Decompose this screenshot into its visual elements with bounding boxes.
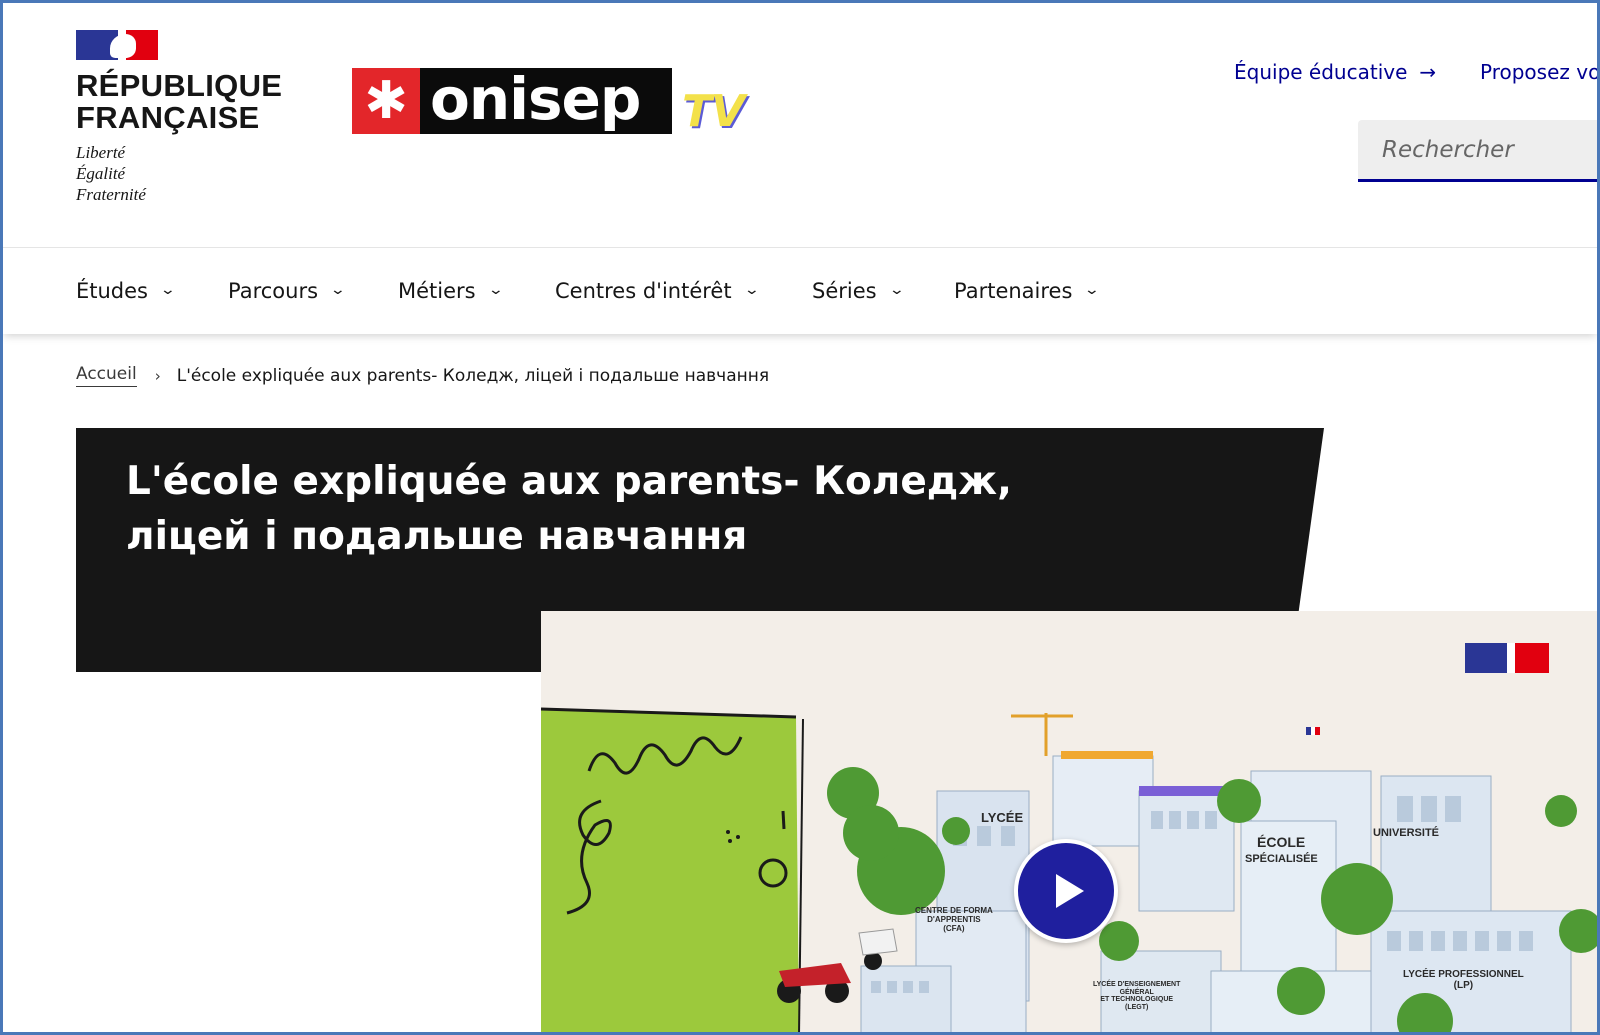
site-header: RÉPUBLIQUE FRANÇAISE Liberté Égalité Fra…	[0, 0, 1600, 248]
proposez-link[interactable]: Proposez vo	[1480, 60, 1600, 84]
rf-title: RÉPUBLIQUE FRANÇAISE	[76, 70, 282, 134]
motto-egalite: Égalité	[76, 164, 126, 183]
chevron-down-icon: ⌄	[1084, 282, 1101, 298]
marianne-flag-icon	[1465, 643, 1549, 673]
equipe-educative-label: Équipe éducative	[1234, 60, 1408, 84]
logo-tv: TV	[682, 86, 745, 137]
label-ecole: ÉCOLE	[1257, 834, 1306, 850]
breadcrumb-separator-icon: ›	[154, 366, 161, 385]
equipe-educative-link[interactable]: Équipe éducative →	[1234, 60, 1436, 84]
nav-item-metiers[interactable]: Métiers ⌄	[398, 248, 504, 334]
chevron-down-icon: ⌄	[888, 282, 905, 298]
motto-liberte: Liberté	[76, 143, 126, 162]
onisep-star-icon: ✱	[352, 68, 420, 134]
nav-label: Séries	[812, 279, 877, 303]
marianne-flag-icon	[76, 30, 158, 60]
chevron-down-icon: ⌄	[743, 282, 760, 298]
proposez-label: Proposez vo	[1480, 60, 1600, 84]
nav-label: Métiers	[398, 279, 476, 303]
search-input[interactable]	[1358, 120, 1600, 179]
play-icon	[1056, 874, 1084, 908]
logo-wordmark: onisep	[420, 68, 672, 134]
nav-label: Parcours	[228, 279, 319, 303]
main-navigation: Études ⌄ Parcours ⌄ Métiers ⌄ Centres d'int…	[0, 248, 1600, 334]
label-cfa: CENTRE DE FORMA D'APPRENTIS (CFA)	[915, 906, 993, 933]
chevron-down-icon: ⌄	[329, 282, 347, 298]
label-lycee-professionnel: LYCÉE PROFESSIONNEL (LP)	[1403, 969, 1524, 991]
label-specialisee: SPÉCIALISÉE	[1245, 853, 1318, 865]
rf-title-line-2: FRANÇAISE	[76, 100, 260, 135]
page-title: L'école expliquée aux parents- Коледж, л…	[126, 459, 1012, 559]
nav-item-partenaires[interactable]: Partenaires ⌄	[954, 248, 1101, 334]
breadcrumb: Accueil › L'école expliquée aux parents-…	[76, 364, 769, 387]
video-player[interactable]: LYCÉE ÉCOLE SPÉCIALISÉE UNIVERSITÉ CENTR…	[541, 611, 1600, 1035]
nav-item-centres-interet[interactable]: Centres d'intérêt ⌄	[555, 248, 760, 334]
arrow-right-icon: →	[1419, 60, 1437, 84]
label-universite: UNIVERSITÉ	[1373, 827, 1440, 839]
label-lycee: LYCÉE	[981, 810, 1024, 825]
breadcrumb-current: L'école expliquée aux parents- Коледж, л…	[176, 365, 770, 386]
nav-item-etudes[interactable]: Études ⌄	[76, 248, 177, 334]
breadcrumb-home-link[interactable]: Accueil	[76, 364, 137, 387]
title-banner-lower	[76, 600, 546, 672]
nav-item-parcours[interactable]: Parcours ⌄	[228, 248, 347, 334]
play-button[interactable]	[1014, 839, 1118, 943]
nav-item-series[interactable]: Séries ⌄	[812, 248, 905, 334]
label-legt: LYCÉE D'ENSEIGNEMENT GÉNÉRAL ET TECHNOLOGI…	[1093, 981, 1181, 1012]
rf-motto: Liberté Égalité Fraternité	[76, 142, 282, 205]
nav-label: Centres d'intérêt	[555, 279, 732, 303]
republique-francaise-block[interactable]: RÉPUBLIQUE FRANÇAISE Liberté Égalité Fra…	[76, 30, 282, 205]
chevron-down-icon: ⌄	[159, 282, 177, 298]
search-box[interactable]	[1358, 120, 1600, 182]
nav-label: Études	[76, 279, 149, 303]
motto-fraternite: Fraternité	[76, 185, 146, 204]
onisep-tv-logo[interactable]: ✱ onisep TV	[352, 68, 781, 154]
chevron-down-icon: ⌄	[487, 282, 504, 298]
nav-label: Partenaires	[954, 279, 1073, 303]
rf-title-line-1: RÉPUBLIQUE	[76, 68, 283, 103]
